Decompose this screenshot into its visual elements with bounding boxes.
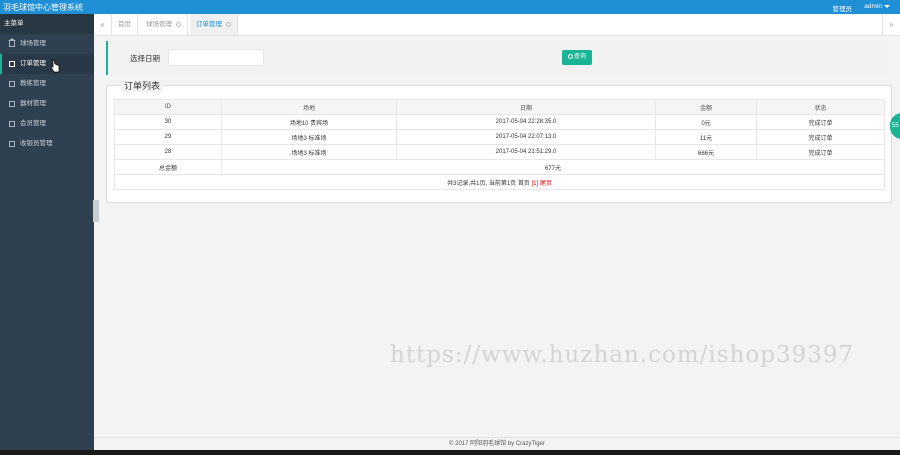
user-menu[interactable]: admin xyxy=(864,3,882,10)
orders-table: ID 场地 日期 金额 状态 30 场地10 贵宾场 2017-05-04 22… xyxy=(114,99,885,190)
tab-scroll-left-button[interactable]: « xyxy=(94,14,112,35)
total-row: 总金额 677元 xyxy=(114,159,885,175)
column-header-id: ID xyxy=(114,99,222,115)
sidebar-item-label: 球场管理 xyxy=(20,40,46,47)
search-panel: 选择日期 查询 xyxy=(106,41,892,75)
home-icon xyxy=(8,38,16,47)
cell-date: 2017-05-04 22:28:35.0 xyxy=(396,114,656,130)
role-label[interactable]: 管理员 xyxy=(833,3,853,13)
search-icon xyxy=(567,54,573,59)
table-row[interactable]: 30 场地10 贵宾场 2017-05-04 22:28:35.0 0元 完成订… xyxy=(114,114,885,130)
tab-order-management[interactable]: 订单管理 xyxy=(190,14,238,35)
cell-court: 场地3 标准场 xyxy=(221,144,397,160)
app-title: 羽毛球馆中心管理系统 xyxy=(3,3,83,12)
cell-status: 完成订单 xyxy=(756,114,885,130)
cell-amount: 0元 xyxy=(655,114,757,130)
cell-id: 30 xyxy=(114,114,222,130)
footer: © 2017 阿阳羽毛球馆 by CrazyTiger xyxy=(94,437,900,450)
document-icon xyxy=(9,81,15,87)
cell-amount: 666元 xyxy=(655,144,757,160)
query-button-label: 查询 xyxy=(573,54,586,60)
watermark-text: https://www.huzhan.com/ishop39397 xyxy=(390,342,855,368)
date-input[interactable] xyxy=(168,49,264,66)
column-header-amount: 金额 xyxy=(655,99,757,115)
table-header-row: ID 场地 日期 金额 状态 xyxy=(114,99,885,115)
cell-status: 完成订单 xyxy=(756,144,885,160)
hand-cursor-icon xyxy=(50,59,60,73)
pagination: 共3记录,共1页, 当前第1页 首页 [1] 尾页 xyxy=(114,174,885,190)
sidebar-collapse-handle[interactable] xyxy=(93,200,99,222)
total-label: 总金额 xyxy=(114,159,222,175)
tab-label: 首页 xyxy=(118,21,131,28)
sidebar-item-court-management[interactable]: 球场管理 xyxy=(0,34,94,54)
cell-date: 2017-05-04 21:51:29.0 xyxy=(396,144,656,160)
sidebar-item-label: 收银员管理 xyxy=(20,140,53,147)
pagination-text[interactable]: 共3记录,共1页, 当前第1页 首页 xyxy=(447,181,530,187)
sidebar-item-coach-management[interactable]: 教练管理 xyxy=(0,74,94,94)
sidebar-item-equipment-management[interactable]: 器材管理 xyxy=(0,94,94,114)
column-header-date: 日期 xyxy=(396,99,656,115)
document-icon xyxy=(9,101,15,107)
tab-court-management[interactable]: 球场管理 xyxy=(140,14,188,35)
document-icon xyxy=(9,121,15,127)
total-value: 677元 xyxy=(221,159,885,175)
cell-id: 29 xyxy=(114,129,222,145)
order-list-legend: 订单列表 xyxy=(121,79,164,92)
cell-id: 28 xyxy=(114,144,222,160)
sidebar-item-label: 教练管理 xyxy=(20,80,46,87)
sidebar-item-member-management[interactable]: 会员管理 xyxy=(0,114,94,134)
caret-down-icon[interactable] xyxy=(884,5,890,8)
table-row[interactable]: 28 场地3 标准场 2017-05-04 21:51:29.0 666元 完成… xyxy=(114,144,885,160)
document-icon xyxy=(9,61,15,67)
sidebar: 主菜单 球场管理 订单管理 教练管理 器材管理 会员管理 收银员管理 xyxy=(0,14,94,455)
sidebar-item-order-management[interactable]: 订单管理 xyxy=(0,54,94,74)
tab-home[interactable]: 首页 xyxy=(112,14,138,35)
top-bar: 羽毛球馆中心管理系统 管理员 admin xyxy=(0,0,900,14)
column-header-court: 场地 xyxy=(221,99,397,115)
cell-status: 完成订单 xyxy=(756,129,885,145)
sidebar-item-label: 会员管理 xyxy=(20,120,46,127)
column-header-status: 状态 xyxy=(756,99,885,115)
cell-amount: 11元 xyxy=(655,129,757,145)
tab-bar: « 首页 球场管理 订单管理 » xyxy=(94,14,900,36)
document-icon xyxy=(9,141,15,147)
cell-court: 场地3 标准场 xyxy=(221,129,397,145)
close-icon[interactable] xyxy=(175,22,181,27)
cell-court: 场地10 贵宾场 xyxy=(221,114,397,130)
sidebar-item-label: 订单管理 xyxy=(20,60,46,67)
pagination-current-page[interactable]: [1] xyxy=(532,181,539,187)
table-row[interactable]: 29 场地3 标准场 2017-05-04 22:07:13.0 11元 完成订… xyxy=(114,129,885,145)
cell-date: 2017-05-04 22:07:13.0 xyxy=(396,129,656,145)
close-icon[interactable] xyxy=(225,22,231,27)
date-label: 选择日期 xyxy=(130,54,160,63)
taskbar-strip xyxy=(0,450,900,455)
tab-scroll-right-button[interactable]: » xyxy=(882,14,900,35)
pagination-last-page[interactable]: 尾页 xyxy=(540,181,552,187)
sidebar-item-label: 器材管理 xyxy=(20,100,46,107)
sidebar-title: 主菜单 xyxy=(0,14,94,34)
tab-label: 订单管理 xyxy=(196,21,222,28)
pagination-row: 共3记录,共1页, 当前第1页 首页 [1] 尾页 xyxy=(114,174,885,190)
tab-label: 球场管理 xyxy=(146,21,172,28)
sidebar-item-cashier-management[interactable]: 收银员管理 xyxy=(0,134,94,154)
query-button[interactable]: 查询 xyxy=(562,50,592,65)
